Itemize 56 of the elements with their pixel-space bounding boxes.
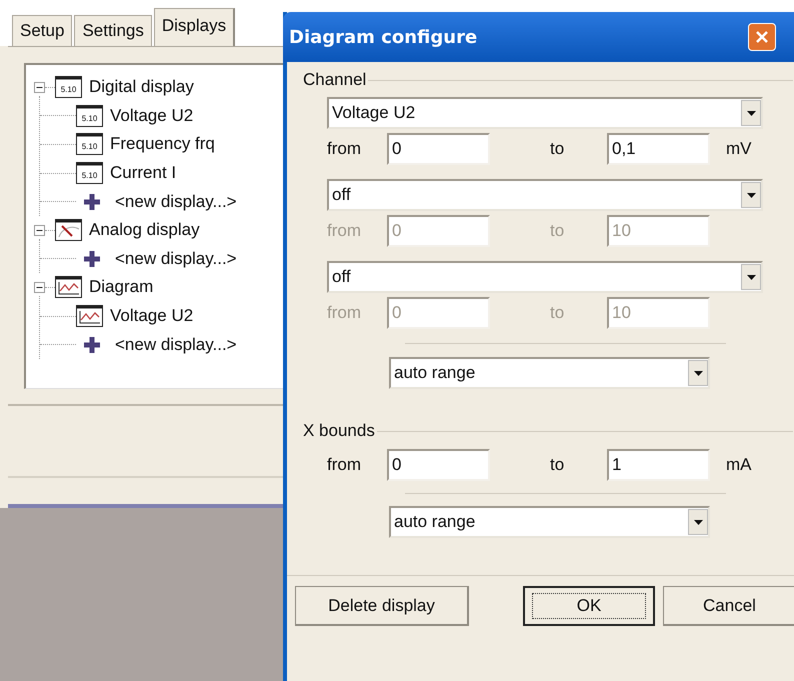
dialog-button[interactable]: Cancel bbox=[663, 586, 794, 626]
line-chart-icon bbox=[55, 276, 82, 298]
to-label: to bbox=[549, 139, 566, 159]
group-label: X bounds bbox=[303, 421, 375, 441]
from-label: from bbox=[327, 455, 362, 475]
plus-icon bbox=[84, 336, 100, 353]
caret-icon bbox=[746, 192, 756, 198]
dialog-button[interactable]: Delete display bbox=[295, 586, 469, 626]
dropdown[interactable]: auto range bbox=[389, 506, 710, 538]
to-field[interactable]: 0,1 bbox=[607, 133, 710, 165]
unit-label: mV bbox=[726, 139, 752, 159]
tab[interactable]: Setup bbox=[12, 15, 72, 46]
caret-icon bbox=[746, 110, 756, 116]
tree-item[interactable]: <new display...> bbox=[115, 248, 237, 269]
close-button[interactable] bbox=[748, 23, 776, 51]
dropdown[interactable]: auto range bbox=[389, 357, 710, 389]
tree-item[interactable]: Frequency frq bbox=[110, 134, 215, 154]
group-label: Channel bbox=[303, 70, 366, 90]
tree-item[interactable]: Diagram bbox=[89, 277, 154, 298]
digital-display-icon: 5.10 bbox=[55, 76, 82, 98]
tab[interactable]: Settings bbox=[74, 15, 152, 46]
digital-display-icon: 5.10 bbox=[76, 162, 103, 184]
tree-item[interactable]: Analog display bbox=[89, 220, 200, 240]
unit-label: mA bbox=[726, 455, 752, 475]
tree-item[interactable]: Voltage U2 bbox=[110, 306, 194, 326]
collapse-icon[interactable] bbox=[34, 282, 45, 293]
from-field[interactable]: 0 bbox=[387, 133, 490, 165]
tree-item[interactable]: Voltage U2 bbox=[110, 106, 194, 126]
dropdown[interactable]: Voltage U2 bbox=[327, 97, 763, 129]
digital-display-icon: 5.10 bbox=[76, 133, 103, 156]
to-field[interactable]: 1 bbox=[607, 449, 710, 481]
to-label: to bbox=[549, 303, 566, 323]
tab[interactable]: Displays bbox=[154, 8, 236, 46]
tree-item[interactable]: <new display...> bbox=[115, 334, 237, 355]
plus-icon bbox=[84, 250, 100, 267]
close-icon bbox=[755, 30, 769, 44]
caret-icon bbox=[694, 520, 702, 524]
caret-icon bbox=[694, 370, 702, 376]
tree-item[interactable]: <new display...> bbox=[115, 192, 237, 212]
tree-item[interactable]: Digital display bbox=[89, 77, 194, 98]
to-label: to bbox=[549, 455, 566, 475]
collapse-icon[interactable] bbox=[34, 82, 45, 93]
digital-display-icon: 5.10 bbox=[76, 104, 103, 127]
plus-icon bbox=[84, 194, 100, 210]
dialog-button[interactable]: OK bbox=[523, 586, 655, 626]
from-field[interactable]: 0 bbox=[387, 449, 490, 481]
gauge-icon bbox=[55, 219, 82, 242]
from-label: from bbox=[327, 303, 362, 323]
line-chart-icon bbox=[76, 305, 103, 328]
from-label: from bbox=[327, 221, 362, 241]
from-label: from bbox=[327, 139, 362, 159]
window-title: Diagram configure bbox=[289, 26, 478, 48]
caret-icon bbox=[746, 274, 756, 280]
tree-item[interactable]: Current I bbox=[110, 163, 176, 184]
to-label: to bbox=[549, 221, 566, 241]
collapse-icon[interactable] bbox=[34, 224, 45, 236]
